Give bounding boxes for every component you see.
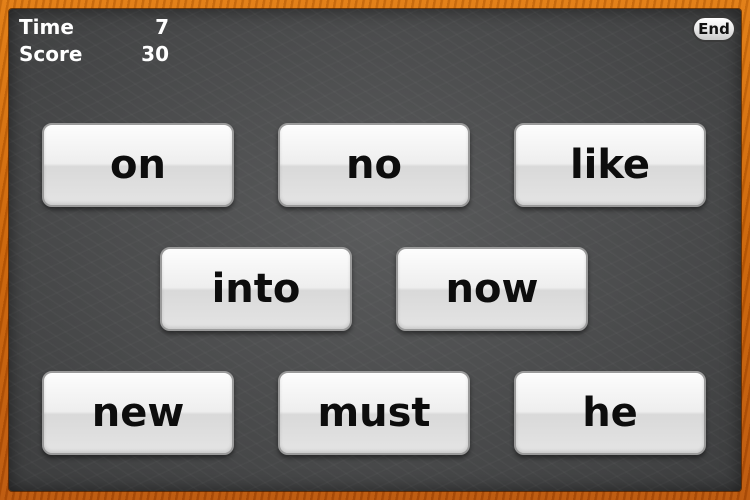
chalkboard: Time 7 Score 30 End on no like into now … bbox=[9, 9, 741, 491]
time-value: 7 bbox=[155, 15, 169, 39]
word-tile-new[interactable]: new bbox=[42, 371, 234, 455]
word-tile-on[interactable]: on bbox=[42, 123, 234, 207]
time-label: Time bbox=[19, 15, 74, 39]
score-readout: Score 30 bbox=[19, 41, 169, 68]
time-readout: Time 7 bbox=[19, 14, 169, 41]
word-tile-into[interactable]: into bbox=[160, 247, 352, 331]
wooden-frame: Time 7 Score 30 End on no like into now … bbox=[0, 0, 750, 500]
hud: Time 7 Score 30 bbox=[19, 14, 169, 68]
word-tile-now[interactable]: now bbox=[396, 247, 588, 331]
end-button[interactable]: End bbox=[692, 16, 736, 42]
score-value: 30 bbox=[141, 42, 169, 66]
word-tile-he[interactable]: he bbox=[514, 371, 706, 455]
score-label: Score bbox=[19, 42, 83, 66]
word-tile-no[interactable]: no bbox=[278, 123, 470, 207]
word-tile-must[interactable]: must bbox=[278, 371, 470, 455]
word-tile-like[interactable]: like bbox=[514, 123, 706, 207]
